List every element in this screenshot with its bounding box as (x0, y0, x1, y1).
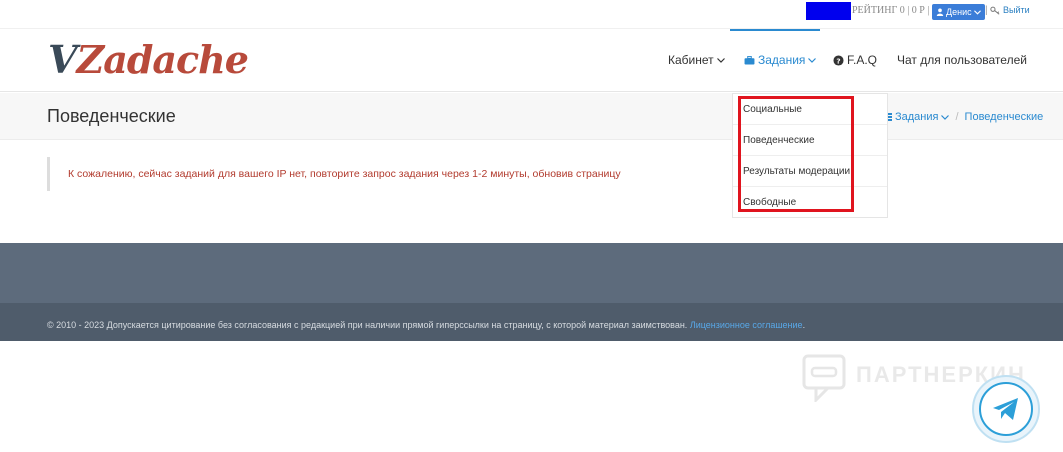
nav-active-indicator (730, 29, 820, 31)
rating-text: РЕЙТИНГ 0 | 0 Р | (852, 5, 930, 16)
chevron-down-icon (973, 9, 981, 15)
logout-label: Выйти (1003, 5, 1030, 15)
svg-text:?: ? (836, 56, 840, 65)
license-link[interactable]: Лицензионное соглашение (690, 320, 803, 330)
user-menu-button[interactable]: Денис (932, 4, 985, 20)
breadcrumb-current[interactable]: Поведенческие (965, 111, 1044, 123)
footer-copyright: © 2010 - 2023 Допускается цитирование бе… (47, 320, 806, 330)
breadcrumb-tasks[interactable]: Задания (884, 111, 950, 123)
breadcrumb: Задания / Поведенческие (884, 111, 1043, 123)
page-title-band: Поведенческие Задания / Поведенческие (0, 93, 1063, 140)
footer-bottom: © 2010 - 2023 Допускается цитирование бе… (0, 303, 1063, 341)
telegram-button[interactable] (972, 375, 1040, 443)
top-bar: РЕЙТИНГ 0 | 0 Р | Денис | Выйти (0, 0, 1063, 28)
nav-faq[interactable]: ? F.A.Q (833, 53, 877, 67)
alert-message: К сожалению, сейчас заданий для вашего I… (68, 168, 621, 180)
question-circle-icon: ? (833, 54, 844, 66)
annotation-highlight-box (738, 96, 854, 212)
key-icon (990, 6, 1000, 15)
chevron-down-icon (716, 57, 725, 63)
no-tasks-alert: К сожалению, сейчас заданий для вашего I… (47, 157, 621, 191)
user-name: Денис (946, 7, 972, 17)
site-header: VZadache Кабинет Задания ? F.A.Q Чат для… (0, 28, 1063, 92)
nav-tasks[interactable]: Задания (744, 53, 817, 67)
telegram-icon (993, 398, 1018, 420)
footer-top (0, 243, 1063, 303)
nav-cabinet[interactable]: Кабинет (668, 53, 725, 67)
separator: | (985, 5, 988, 16)
chat-bubble-icon (802, 354, 846, 402)
chevron-down-icon (808, 57, 817, 63)
breadcrumb-separator: / (955, 111, 959, 123)
nav-chat[interactable]: Чат для пользователей (897, 53, 1027, 67)
site-logo[interactable]: VZadache (48, 37, 249, 82)
chevron-down-icon (941, 114, 950, 120)
redacted-block (806, 2, 851, 20)
user-icon (936, 8, 944, 16)
briefcase-icon (744, 55, 755, 65)
logout-link[interactable]: Выйти (990, 5, 1030, 15)
page-title: Поведенческие (47, 106, 176, 126)
